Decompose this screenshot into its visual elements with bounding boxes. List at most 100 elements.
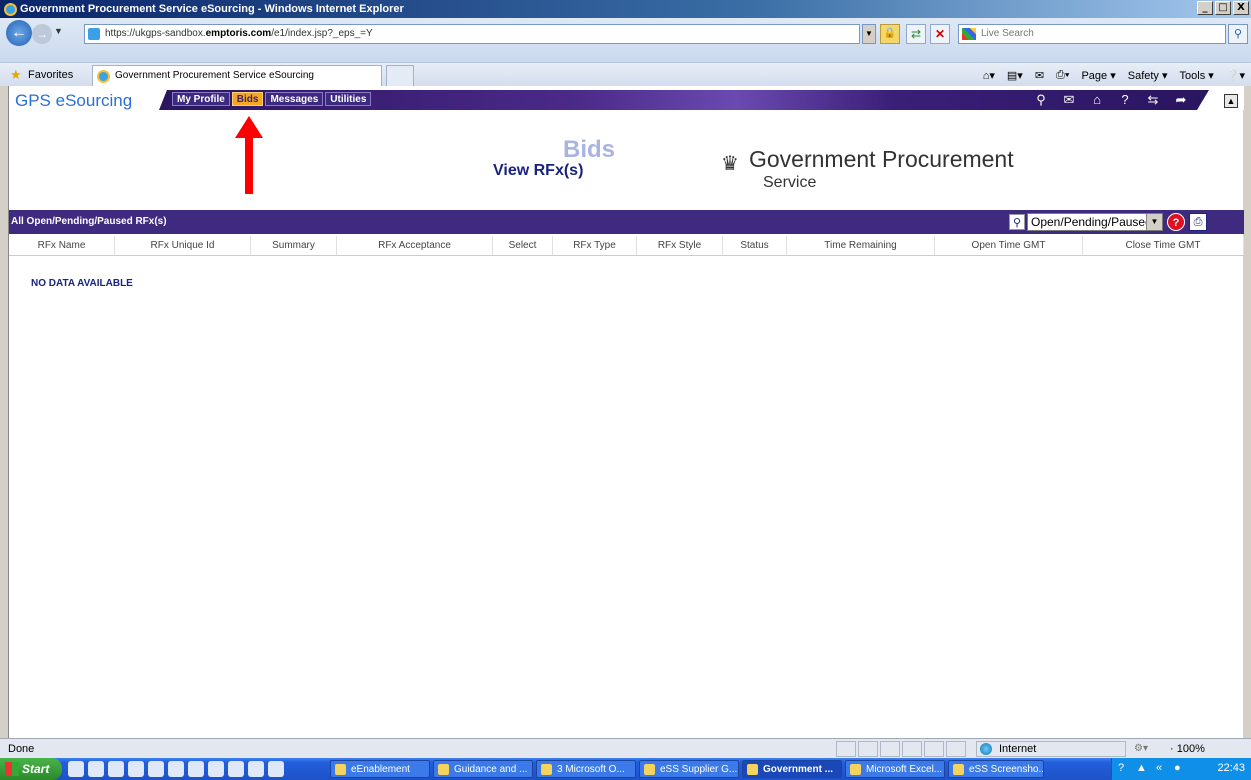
ie-icon [4, 2, 17, 16]
mail-icon[interactable]: ✉ [1035, 69, 1044, 82]
status-panel [946, 741, 966, 757]
lock-icon[interactable]: 🔒 [880, 24, 900, 44]
command-bar: ⌂▾ ▤▾ ✉ ⎙▾ Page ▾ Safety ▾ Tools ▾ ❔▾ [983, 69, 1245, 82]
start-button[interactable]: Start [0, 758, 62, 780]
quick-launch-icon[interactable] [88, 761, 104, 777]
help-icon[interactable]: ? [1167, 213, 1185, 231]
forward-button[interactable]: → [32, 24, 52, 44]
main-menu: My Profile Bids Messages Utilities [172, 92, 372, 106]
col-select[interactable]: Select [493, 236, 553, 255]
quick-launch [68, 761, 284, 777]
tray-expand-icon[interactable]: « [1156, 762, 1162, 774]
favorites-button[interactable]: Favorites [28, 69, 73, 81]
col-rfx-unique-id[interactable]: RFx Unique Id [115, 236, 251, 255]
history-dropdown-icon[interactable]: ▼ [54, 26, 63, 36]
status-panel [836, 741, 856, 757]
safety-menu[interactable]: Safety ▾ [1128, 69, 1168, 82]
status-panel [902, 741, 922, 757]
close-button[interactable]: X [1233, 1, 1249, 15]
zoom-level[interactable]: · 100% [1170, 743, 1205, 755]
col-rfx-style[interactable]: RFx Style [637, 236, 723, 255]
refresh-icon[interactable]: ⇄ [906, 24, 926, 44]
quick-launch-icon[interactable] [248, 761, 264, 777]
browser-tab[interactable]: Government Procurement Service eSourcing [92, 65, 382, 87]
status-filter-select[interactable]: Open/Pending/Paused ▼ [1027, 213, 1163, 231]
task-guidance[interactable]: Guidance and ... [433, 760, 533, 778]
protected-mode-icon[interactable]: ⚙▾ [1134, 743, 1148, 754]
print-icon[interactable]: ⎙ [1189, 213, 1207, 231]
quick-launch-icon[interactable] [128, 761, 144, 777]
tray-help-icon[interactable]: ? [1118, 762, 1124, 774]
windows-flag-icon [5, 762, 19, 776]
print-icon[interactable]: ⎙▾ [1056, 69, 1069, 82]
app-header: GPS eSourcing My Profile Bids Messages U… [9, 86, 1244, 110]
quick-launch-icon[interactable] [68, 761, 84, 777]
col-open-time[interactable]: Open Time GMT [935, 236, 1083, 255]
logo-line-1: Government Procurement [749, 146, 1014, 172]
header-tools: ⚲ ✉ ⌂ ? ⇆ ➦ [1034, 92, 1188, 108]
address-input[interactable]: https://ukgps-sandbox.emptoris.com/e1/in… [84, 24, 860, 44]
quick-launch-icon[interactable] [208, 761, 224, 777]
window-controls: _ □ X [1197, 1, 1249, 15]
page-icon [88, 28, 100, 40]
binoculars-icon[interactable]: ⚲ [1009, 214, 1025, 230]
col-close-time[interactable]: Close Time GMT [1083, 236, 1244, 255]
col-rfx-type[interactable]: RFx Type [553, 236, 637, 255]
app-brand[interactable]: GPS eSourcing [15, 91, 132, 111]
tab-messages[interactable]: Messages [265, 92, 324, 106]
maximize-button[interactable]: □ [1215, 1, 1231, 15]
tray-network-icon[interactable]: ▲ [1136, 762, 1147, 774]
question-icon[interactable]: ? [1118, 92, 1132, 108]
task-buttons: eEnablement Guidance and ... 3 Microsoft… [330, 760, 1044, 778]
tools-menu[interactable]: Tools ▾ [1180, 69, 1214, 82]
tab-my-profile[interactable]: My Profile [172, 92, 230, 106]
col-rfx-acceptance[interactable]: RFx Acceptance [337, 236, 493, 255]
page-menu[interactable]: Page ▾ [1081, 69, 1115, 82]
quick-launch-icon[interactable] [168, 761, 184, 777]
task-microsoft-outlook[interactable]: 3 Microsoft O... [536, 760, 636, 778]
clock[interactable]: 22:43 [1217, 762, 1245, 774]
col-rfx-name[interactable]: RFx Name [9, 236, 115, 255]
home-tool-icon[interactable]: ⌂ [1090, 92, 1104, 108]
task-ess-supplier[interactable]: eSS Supplier G... [639, 760, 739, 778]
quick-launch-icon[interactable] [188, 761, 204, 777]
task-government[interactable]: Government ... [742, 760, 842, 778]
feeds-icon[interactable]: ▤▾ [1007, 69, 1023, 82]
search-input[interactable]: Live Search [958, 24, 1226, 44]
quick-launch-icon[interactable] [108, 761, 124, 777]
envelope-icon[interactable]: ✉ [1062, 92, 1076, 108]
search-tool-icon[interactable]: ⚲ [1034, 92, 1048, 108]
logout-icon[interactable]: ➦ [1174, 92, 1188, 108]
home-icon[interactable]: ⌂▾ [983, 69, 995, 82]
task-eenablement[interactable]: eEnablement [330, 760, 430, 778]
tab-utilities[interactable]: Utilities [325, 92, 372, 106]
favorites-star-icon[interactable]: ★ [10, 67, 22, 83]
tray-app-icon[interactable]: ● [1174, 762, 1181, 774]
chevron-down-icon[interactable]: ▼ [1146, 214, 1162, 230]
col-time-remaining[interactable]: Time Remaining [787, 236, 935, 255]
red-arrow-annotation [235, 116, 263, 194]
window-title: Government Procurement Service eSourcing… [20, 3, 404, 15]
back-button[interactable]: ← [6, 20, 32, 46]
tab-bids[interactable]: Bids [231, 92, 264, 106]
quick-launch-icon[interactable] [148, 761, 164, 777]
table-header-row: RFx Name RFx Unique Id Summary RFx Accep… [9, 236, 1244, 256]
task-ess-screenshots[interactable]: eSS Screensho... [948, 760, 1044, 778]
status-bar: Done Internet ⚙▾ · 100% [0, 738, 1251, 758]
minimize-button[interactable]: _ [1197, 1, 1213, 15]
quick-launch-icon[interactable] [268, 761, 284, 777]
switch-icon[interactable]: ⇆ [1146, 92, 1160, 108]
logo-line-2: Service [763, 174, 817, 191]
col-summary[interactable]: Summary [251, 236, 337, 255]
col-status[interactable]: Status [723, 236, 787, 255]
collapse-icon[interactable]: ▲ [1224, 94, 1238, 108]
new-tab-button[interactable] [386, 65, 414, 87]
url-suffix: /e1/index.jsp?_eps_=Y [271, 28, 373, 39]
quick-launch-icon[interactable] [228, 761, 244, 777]
stop-icon[interactable]: ✕ [930, 24, 950, 44]
security-zone[interactable]: Internet [976, 741, 1126, 757]
address-dropdown-icon[interactable]: ▼ [862, 24, 876, 44]
search-icon[interactable]: ⚲ [1228, 24, 1248, 44]
help-icon[interactable]: ❔▾ [1226, 69, 1245, 82]
task-microsoft-excel[interactable]: Microsoft Excel... [845, 760, 945, 778]
